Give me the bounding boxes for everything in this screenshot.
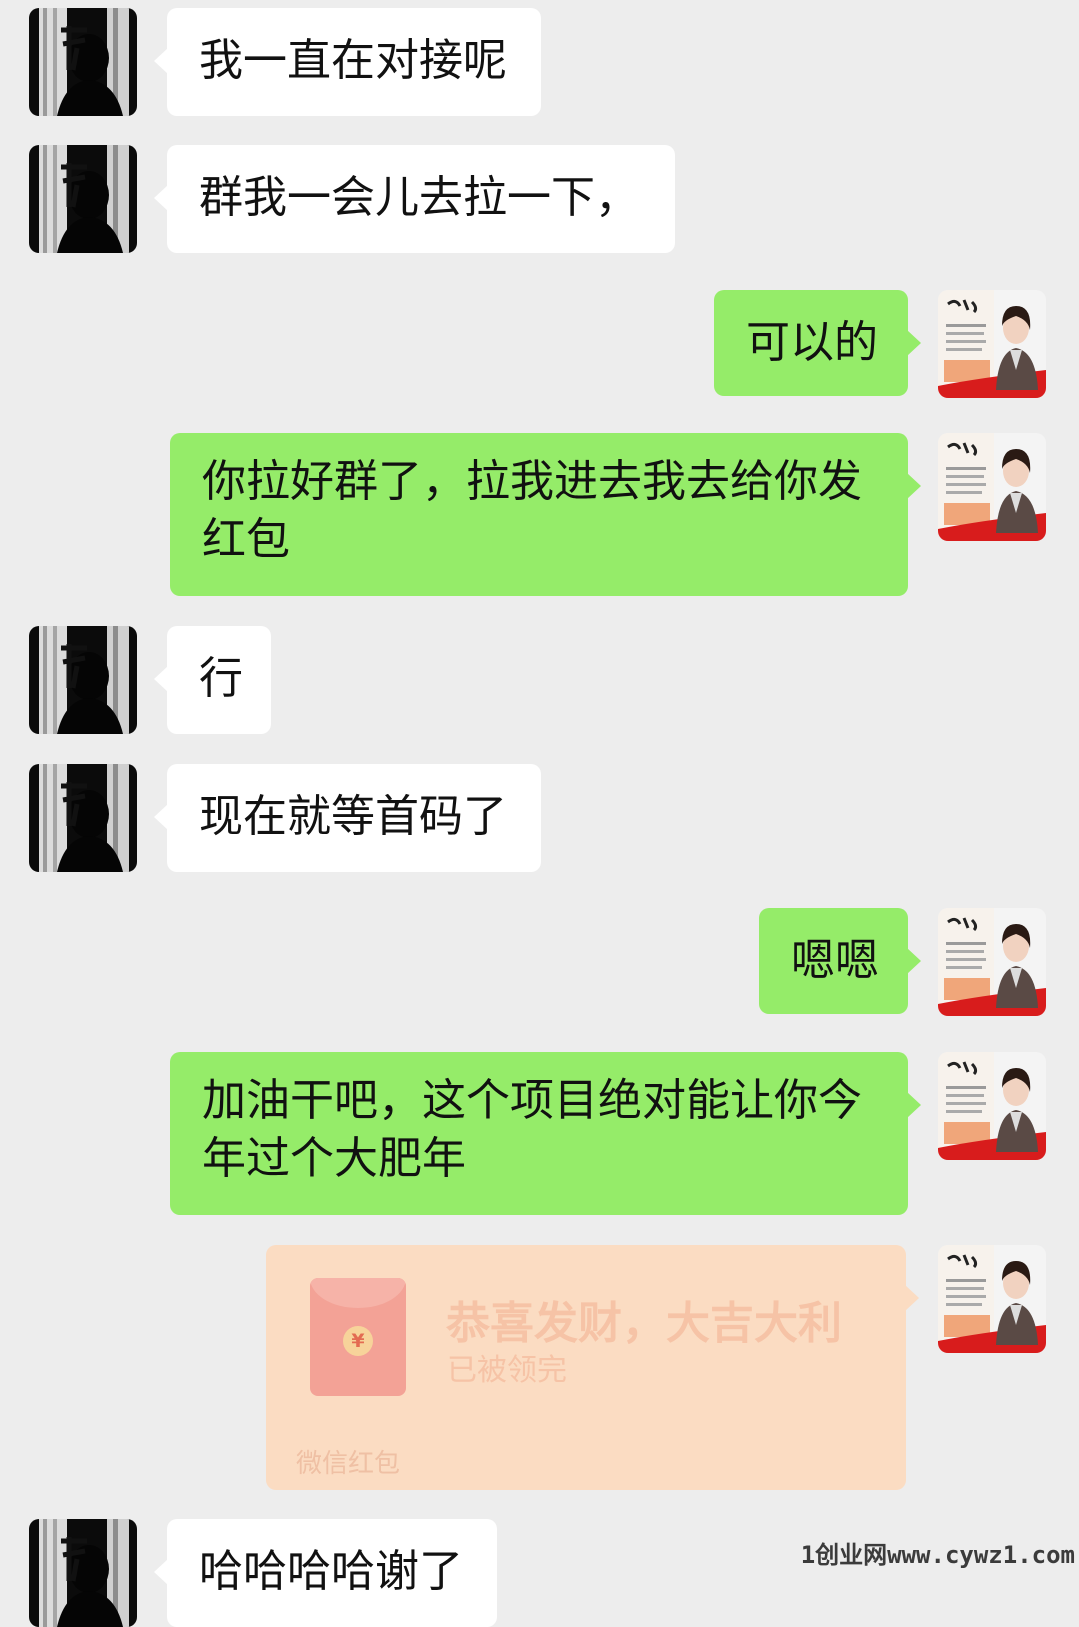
red-envelope-icon: ¥: [310, 1278, 406, 1396]
red-packet-label: 微信红包: [296, 1449, 401, 1479]
message-text: 嗯嗯: [791, 935, 879, 986]
red-packet-title: 恭喜发财，大吉大利: [446, 1298, 842, 1349]
red-packet-status: 已被领完: [447, 1353, 567, 1388]
message-text: 现在就等首码了: [199, 791, 507, 842]
message-bubble-outgoing[interactable]: 你拉好群了，拉我进去我去给你发红包: [170, 433, 921, 596]
my-avatar[interactable]: [938, 1245, 1046, 1353]
my-avatar[interactable]: [938, 290, 1046, 398]
message-bubble-outgoing[interactable]: 加油干吧，这个项目绝对能让你今年过个大肥年: [170, 1052, 921, 1215]
message-bubble-outgoing[interactable]: 可以的: [714, 290, 921, 396]
watermark: 1创业网www.cywz1.com: [800, 1541, 1075, 1569]
message-bubble-incoming[interactable]: 我一直在对接呢: [154, 8, 541, 116]
coin-icon: ¥: [343, 1326, 373, 1356]
message-text: 加油干吧，这个项目绝对能让你今年过个大肥年: [202, 1075, 862, 1184]
red-packet-message[interactable]: ¥ 恭喜发财，大吉大利 已被领完 微信红包: [266, 1245, 919, 1490]
contact-avatar[interactable]: [29, 764, 137, 872]
message-bubble-incoming[interactable]: 行: [154, 626, 271, 734]
message-bubble-incoming[interactable]: 现在就等首码了: [154, 764, 541, 872]
message-text: 可以的: [746, 317, 878, 368]
message-text: 我一直在对接呢: [199, 35, 507, 86]
contact-avatar[interactable]: [29, 1519, 137, 1627]
contact-avatar[interactable]: [29, 626, 137, 734]
message-bubble-incoming[interactable]: 哈哈哈哈谢了: [154, 1519, 497, 1627]
contact-avatar[interactable]: [29, 8, 137, 116]
message-text: 群我一会儿去拉一下，: [199, 172, 639, 223]
contact-avatar[interactable]: [29, 145, 137, 253]
my-avatar[interactable]: [938, 908, 1046, 1016]
message-text: 你拉好群了，拉我进去我去给你发红包: [202, 456, 862, 565]
message-bubble-incoming[interactable]: 群我一会儿去拉一下，: [154, 145, 675, 253]
message-bubble-outgoing[interactable]: 嗯嗯: [759, 908, 921, 1014]
my-avatar[interactable]: [938, 1052, 1046, 1160]
my-avatar[interactable]: [938, 433, 1046, 541]
message-text: 行: [199, 653, 243, 704]
